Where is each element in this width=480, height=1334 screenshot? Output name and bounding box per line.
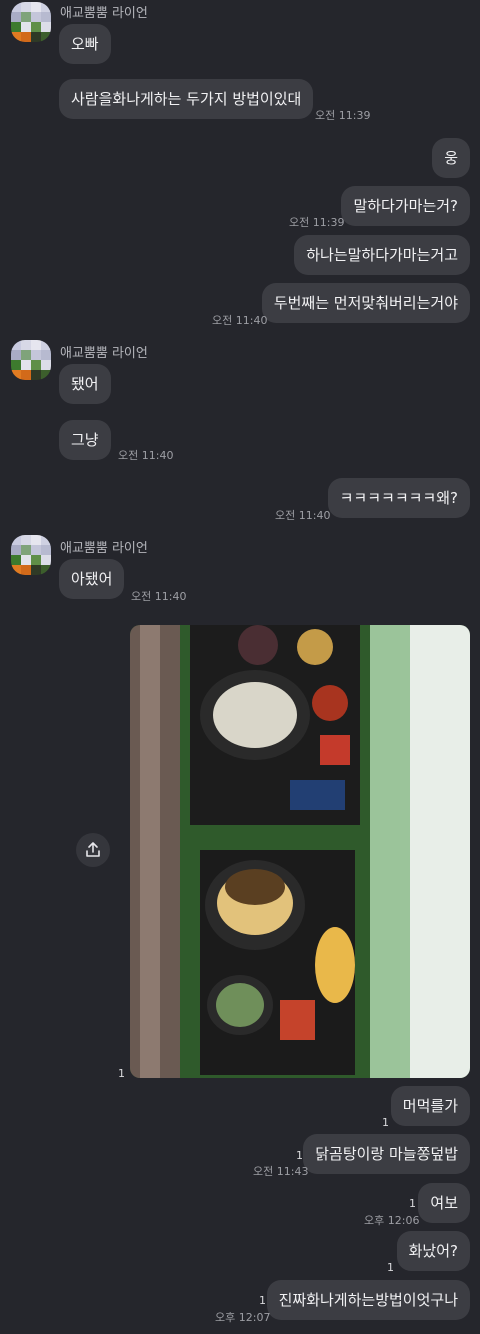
unread-count: 1 xyxy=(382,1116,389,1129)
message-bubble[interactable]: 두번째는 먼저맞춰버리는거야 xyxy=(261,283,470,323)
message-bubble[interactable]: 말하다가마는거? xyxy=(341,186,470,226)
unread-count: 1 xyxy=(296,1149,303,1162)
message-bubble[interactable]: 오빠 xyxy=(59,24,111,64)
message-bubble[interactable]: 하나는말하다가마는거고 xyxy=(294,235,470,275)
message-bubble[interactable]: ㅋㅋㅋㅋㅋㅋㅋ왜? xyxy=(327,478,470,518)
message-bubble[interactable]: 머먹를가 xyxy=(390,1086,470,1126)
message-bubble[interactable]: 화났어? xyxy=(396,1231,470,1271)
unread-count: 1 xyxy=(387,1261,394,1274)
message-time: 오전 11:39 xyxy=(289,216,345,229)
message-time: 오전 11:40 xyxy=(131,590,187,603)
message-time: 오전 11:39 xyxy=(315,109,371,122)
sender-name: 애교뿜뿜 라이언 xyxy=(60,6,148,21)
message-bubble[interactable]: 웅 xyxy=(432,138,470,178)
message-time: 오전 11:40 xyxy=(118,449,174,462)
message-bubble[interactable]: 여보 xyxy=(418,1183,470,1223)
message-bubble[interactable]: 아됐어 xyxy=(59,559,125,599)
food-photo xyxy=(130,625,470,1078)
share-button[interactable] xyxy=(76,833,110,867)
sender-name: 애교뿜뿜 라이언 xyxy=(60,541,148,556)
message-bubble[interactable]: 그냥 xyxy=(59,420,111,460)
avatar[interactable] xyxy=(11,340,51,380)
avatar[interactable] xyxy=(11,535,51,575)
message-bubble[interactable]: 됐어 xyxy=(59,364,111,404)
sender-name: 애교뿜뿜 라이언 xyxy=(60,346,148,361)
photo-message[interactable] xyxy=(130,625,470,1078)
message-time: 오전 11:40 xyxy=(212,314,268,327)
message-bubble[interactable]: 닭곰탕이랑 마늘쫑덮밥 xyxy=(303,1134,470,1174)
avatar[interactable] xyxy=(11,2,51,42)
unread-count: 1 xyxy=(118,1067,125,1080)
share-icon xyxy=(86,842,100,857)
message-time: 오후 12:07 xyxy=(215,1311,271,1324)
unread-count: 1 xyxy=(409,1197,416,1210)
message-bubble[interactable]: 진짜화나게하는방법이엇구나 xyxy=(266,1280,470,1320)
message-bubble[interactable]: 사람을화나게하는 두가지 방법이있대 xyxy=(59,79,314,119)
message-time: 오전 11:43 xyxy=(253,1165,309,1178)
message-time: 오후 12:06 xyxy=(364,1214,420,1227)
unread-count: 1 xyxy=(259,1294,266,1307)
message-time: 오전 11:40 xyxy=(275,509,331,522)
